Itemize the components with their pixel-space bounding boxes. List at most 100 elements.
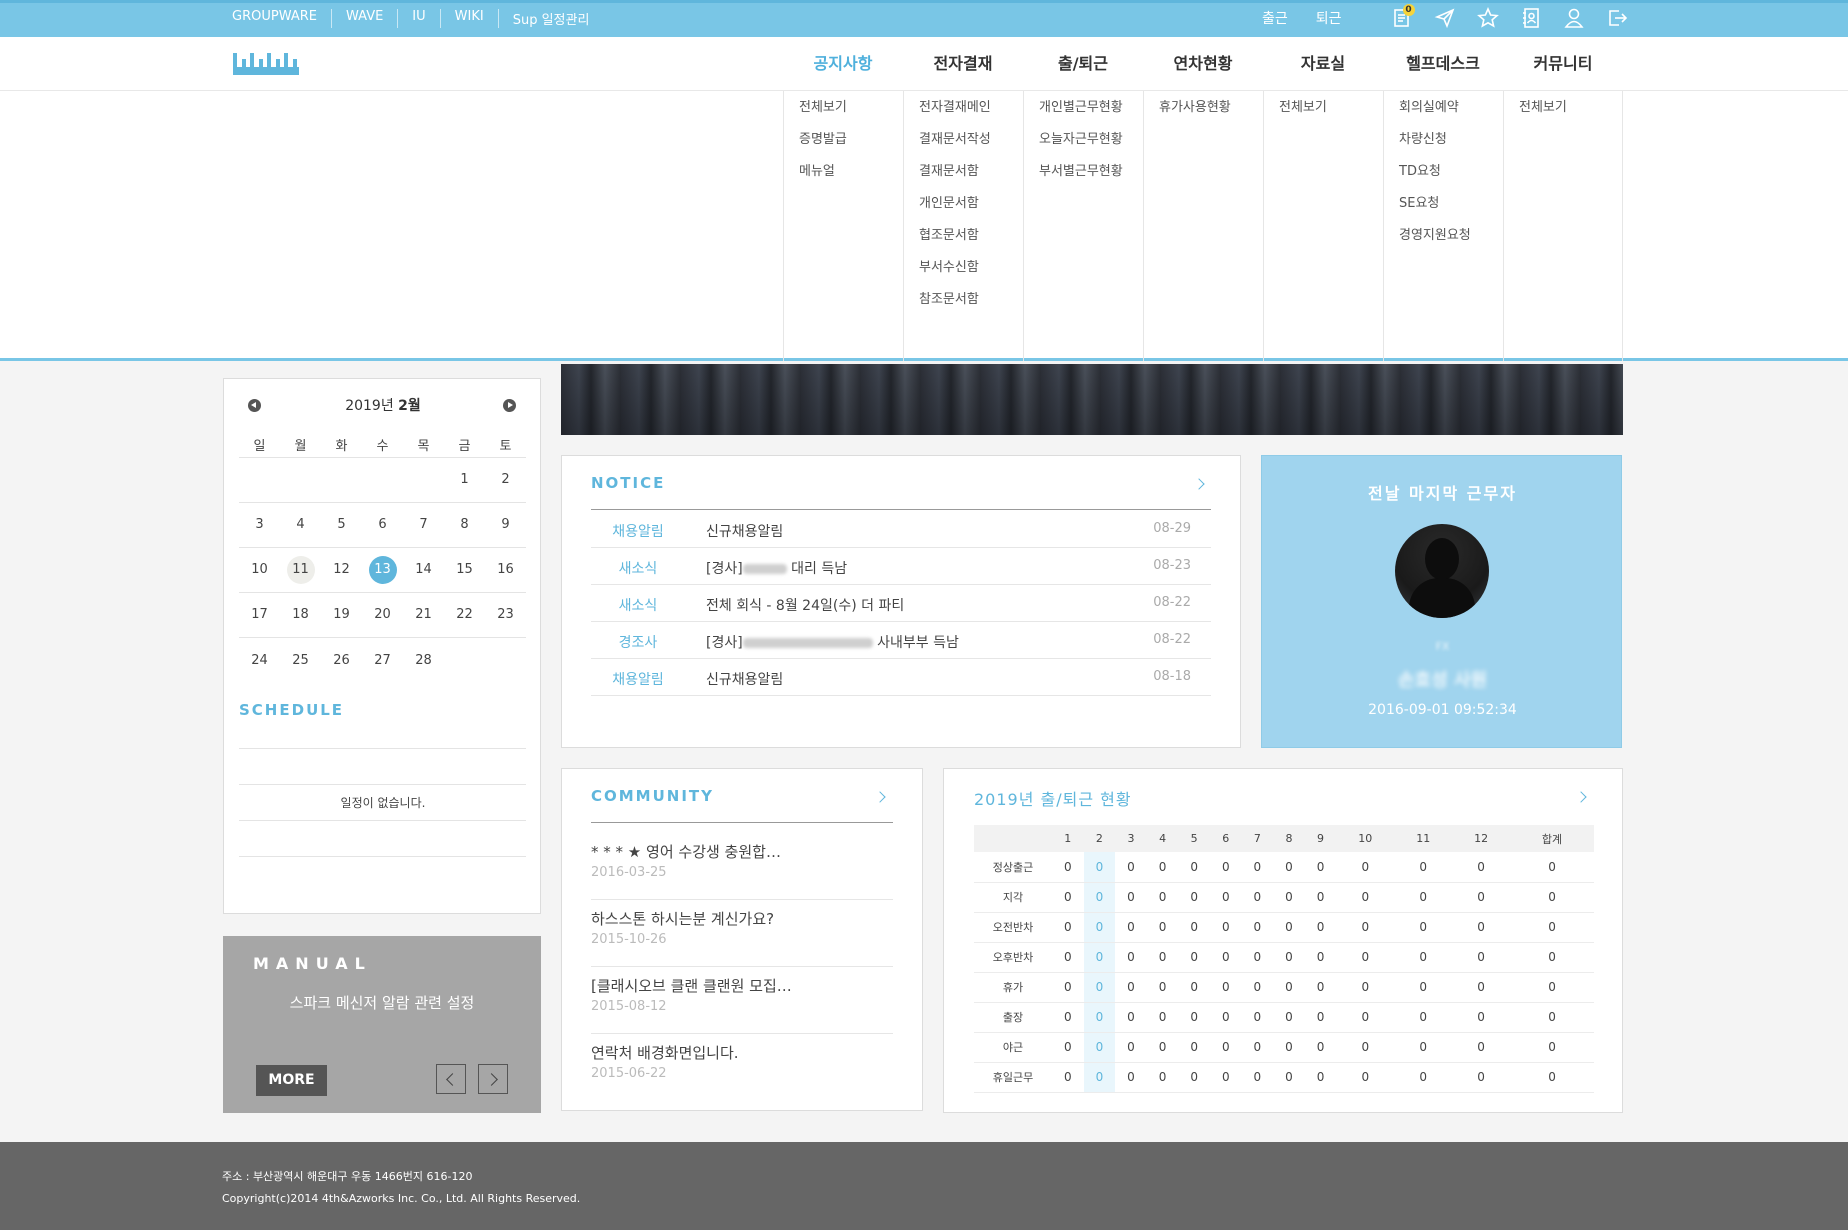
notice-more-chevron-icon[interactable] xyxy=(1193,478,1205,490)
dropdown-col-notice: 전체보기 증명발급 메뉴얼 xyxy=(783,91,903,361)
menu-community[interactable]: 커뮤니티 xyxy=(1503,37,1623,91)
submenu-item[interactable]: 휴가사용현황 xyxy=(1159,98,1263,130)
notice-panel: NOTICE 채용알림 신규채용알림 08-29 새소식 [경사] 대리 득남 … xyxy=(561,455,1241,748)
calendar-day[interactable]: 18 xyxy=(280,601,321,629)
calendar-day[interactable]: 14 xyxy=(403,556,444,584)
calendar-day[interactable]: 20 xyxy=(362,601,403,629)
address-book-icon[interactable] xyxy=(1520,7,1542,29)
dropdown-col-helpdesk: 회의실예약 차량신청 TD요청 SE요청 경영지원요청 xyxy=(1383,91,1503,361)
company-logo[interactable] xyxy=(233,53,299,75)
calendar-day[interactable]: 7 xyxy=(403,511,444,539)
attendance-cell: 0 xyxy=(1273,912,1305,943)
notice-row[interactable]: 새소식 전체 회식 - 8월 24일(수) 더 파티 08-22 xyxy=(591,585,1211,622)
top-link-sup-schedule[interactable]: Sup 일정관리 xyxy=(497,9,604,28)
notice-row[interactable]: 채용알림 신규채용알림 08-18 xyxy=(591,659,1211,696)
submenu-item[interactable]: 결재문서작성 xyxy=(919,130,1023,162)
top-link-iu[interactable]: IU xyxy=(397,9,439,28)
check-in-button[interactable]: 출근 xyxy=(1262,8,1288,28)
submenu-item[interactable]: 개인별근무현황 xyxy=(1039,98,1143,130)
calendar-day[interactable]: 19 xyxy=(321,601,362,629)
submenu-item[interactable]: SE요청 xyxy=(1399,194,1503,226)
next-month-button[interactable] xyxy=(503,399,516,412)
top-link-groupware[interactable]: GROUPWARE xyxy=(232,9,331,28)
calendar-day[interactable]: 10 xyxy=(239,556,280,584)
submenu-item[interactable]: 전체보기 xyxy=(1279,98,1383,130)
calendar-day[interactable]: 16 xyxy=(485,556,526,584)
calendar-day[interactable]: 25 xyxy=(280,647,321,675)
attendance-cell: 0 xyxy=(1178,912,1210,943)
calendar-day[interactable]: 5 xyxy=(321,511,362,539)
top-link-wiki[interactable]: WIKI xyxy=(439,9,498,28)
manual-next-button[interactable] xyxy=(478,1064,508,1094)
submenu-item[interactable]: 경영지원요청 xyxy=(1399,226,1503,258)
logout-icon[interactable] xyxy=(1606,7,1628,29)
calendar-day[interactable]: 12 xyxy=(321,556,362,584)
submenu-item[interactable]: 부서수신함 xyxy=(919,258,1023,290)
community-more-chevron-icon[interactable] xyxy=(874,791,886,803)
submenu-item[interactable]: 협조문서함 xyxy=(919,226,1023,258)
notice-title-suffix: 사내부부 득남 xyxy=(872,635,959,651)
calendar-day[interactable]: 3 xyxy=(239,511,280,539)
calendar-day[interactable]: 22 xyxy=(444,601,485,629)
menu-attendance[interactable]: 출/퇴근 xyxy=(1023,37,1143,91)
submenu-item[interactable]: 메뉴얼 xyxy=(799,162,903,194)
notice-row-title: 신규채용알림 xyxy=(706,672,784,688)
submenu-item[interactable]: 결재문서함 xyxy=(919,162,1023,194)
send-icon[interactable] xyxy=(1434,7,1456,29)
calendar-day[interactable]: 24 xyxy=(239,647,280,675)
calendar-day[interactable]: 27 xyxy=(362,647,403,675)
community-item[interactable]: 하스스톤 하시는분 계신가요? 2015-10-26 xyxy=(591,900,893,967)
calendar-day[interactable]: 6 xyxy=(362,511,403,539)
calendar-day[interactable]: 4 xyxy=(280,511,321,539)
check-out-button[interactable]: 퇴근 xyxy=(1316,8,1342,28)
notice-date: 08-29 xyxy=(1153,521,1191,536)
notice-date: 08-22 xyxy=(1153,595,1191,610)
calendar-day[interactable]: 26 xyxy=(321,647,362,675)
menu-notice[interactable]: 공지사항 xyxy=(783,37,903,91)
calendar-day[interactable]: 21 xyxy=(403,601,444,629)
notice-row[interactable]: 새소식 [경사] 대리 득남 08-23 xyxy=(591,548,1211,585)
submenu-item[interactable]: 개인문서함 xyxy=(919,194,1023,226)
calendar-day[interactable]: 2 xyxy=(485,466,526,494)
star-icon[interactable] xyxy=(1476,6,1499,29)
attendance-cell: 0 xyxy=(1146,1032,1179,1063)
menu-archive[interactable]: 자료실 xyxy=(1263,37,1383,91)
calendar-empty-cell xyxy=(485,645,526,677)
submenu-item[interactable]: 오늘자근무현황 xyxy=(1039,130,1143,162)
community-item[interactable]: [클래시오브 클랜 클랜원 모집… 2015-08-12 xyxy=(591,967,893,1034)
submenu-item[interactable]: 부서별근무현황 xyxy=(1039,162,1143,194)
calendar-day[interactable]: 28 xyxy=(403,647,444,675)
submenu-item[interactable]: 회의실예약 xyxy=(1399,98,1503,130)
submenu-item[interactable]: 전자결재메인 xyxy=(919,98,1023,130)
notice-row[interactable]: 경조사 [경사] 사내부부 득남 08-22 xyxy=(591,622,1211,659)
calendar-day[interactable]: 1 xyxy=(444,466,485,494)
document-icon[interactable]: 0 xyxy=(1391,4,1415,29)
weekday-label: 토 xyxy=(499,438,512,454)
calendar-day[interactable]: 9 xyxy=(485,511,526,539)
calendar-day[interactable]: 17 xyxy=(239,601,280,629)
calendar-day[interactable]: 13 xyxy=(362,556,403,584)
manual-more-button[interactable]: MORE xyxy=(256,1065,327,1096)
calendar-day[interactable]: 11 xyxy=(280,556,321,584)
menu-helpdesk[interactable]: 헬프데스크 xyxy=(1383,37,1503,91)
menu-leave-status[interactable]: 연차현황 xyxy=(1143,37,1263,91)
user-icon[interactable] xyxy=(1563,7,1585,29)
calendar-empty-cell xyxy=(280,464,321,496)
manual-prev-button[interactable] xyxy=(436,1064,466,1094)
submenu-item[interactable]: TD요청 xyxy=(1399,162,1503,194)
calendar-day[interactable]: 8 xyxy=(444,511,485,539)
submenu-item[interactable]: 증명발급 xyxy=(799,130,903,162)
submenu-item[interactable]: 참조문서함 xyxy=(919,290,1023,322)
manual-text[interactable]: 스파크 메신저 알람 관련 설정 xyxy=(223,992,541,1013)
community-item[interactable]: 연락처 배경화면입니다. 2015-06-22 xyxy=(591,1034,893,1101)
calendar-day[interactable]: 23 xyxy=(485,601,526,629)
community-item[interactable]: * * * ★ 영어 수강생 충원합… 2016-03-25 xyxy=(591,833,893,900)
submenu-item[interactable]: 전체보기 xyxy=(1519,98,1622,130)
notice-row[interactable]: 채용알림 신규채용알림 08-29 xyxy=(591,511,1211,548)
calendar-day[interactable]: 15 xyxy=(444,556,485,584)
menu-approval[interactable]: 전자결재 xyxy=(903,37,1023,91)
top-link-wave[interactable]: WAVE xyxy=(330,9,397,28)
attendance-more-chevron-icon[interactable] xyxy=(1575,791,1587,803)
submenu-item[interactable]: 전체보기 xyxy=(799,98,903,130)
submenu-item[interactable]: 차량신청 xyxy=(1399,130,1503,162)
